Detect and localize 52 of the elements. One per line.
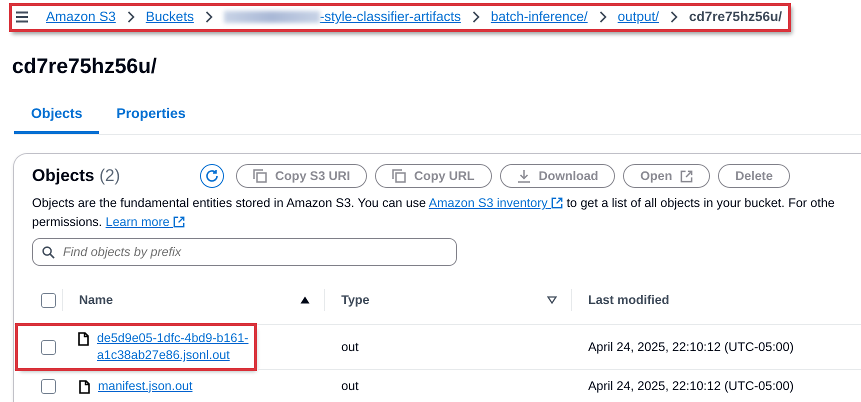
breadcrumb-current: cd7re75hz56u/: [688, 9, 782, 24]
toolbar-button[interactable]: Copy S3 URI: [236, 164, 368, 188]
toolbar-button[interactable]: Delete: [718, 164, 790, 188]
file-icon: [78, 332, 89, 346]
column-header[interactable]: Type: [341, 293, 370, 307]
file-icon: [78, 380, 90, 394]
sort-icon[interactable]: [547, 296, 558, 304]
row-checkbox[interactable]: [41, 340, 56, 354]
description-text: permissions. Learn more: [32, 215, 186, 229]
chevron-right-icon: [472, 10, 480, 22]
breadcrumb-link[interactable]: Amazon S3: [46, 9, 116, 24]
object-count: (2): [99, 166, 120, 186]
description-text: Objects are the fundamental entities stored in Amazon S3. You can use Amazon S3 inventory to get a list of all objects in your bucket. For othe: [32, 196, 835, 210]
external-link-icon: [173, 216, 186, 228]
column-header[interactable]: Name: [78, 293, 113, 307]
menu-icon[interactable]: [16, 10, 28, 22]
table-cell: April 24, 2025, 22:10:12 (UTC-05:00): [572, 370, 861, 402]
row-checkbox[interactable]: [41, 378, 56, 394]
toolbar-button[interactable]: Copy URL: [375, 164, 492, 188]
chevron-right-icon: [204, 10, 213, 22]
breadcrumb-link[interactable]: Buckets: [146, 9, 194, 24]
learn-more-link[interactable]: Learn more: [106, 215, 186, 229]
toolbar-button[interactable]: Download: [500, 164, 616, 188]
external-link-icon: [551, 197, 564, 209]
panel-title: Objects: [32, 166, 94, 186]
sort-ascending-icon[interactable]: [300, 296, 310, 304]
search-field[interactable]: Find objects by prefix: [32, 238, 457, 266]
page-title: cd7re75hz56u/: [12, 54, 158, 80]
column-header[interactable]: Last modified: [588, 293, 670, 307]
breadcrumb-link[interactable]: output/: [618, 9, 659, 24]
copy-icon: [392, 169, 406, 183]
tab[interactable]: Properties: [99, 96, 203, 134]
refresh-button[interactable]: [200, 164, 224, 188]
tab[interactable]: Objects: [14, 96, 100, 134]
chevron-right-icon: [126, 10, 135, 22]
object-link[interactable]: manifest.json.out: [98, 378, 192, 394]
download-icon: [516, 169, 531, 183]
inventory-link[interactable]: Amazon S3 inventory: [428, 196, 564, 210]
chevron-right-icon: [598, 10, 607, 22]
search-icon: [42, 246, 55, 259]
object-link[interactable]: de5d9e05-1dfc-4bd9-b161- a1c38ab27e86.jsonl.out: [96, 330, 248, 364]
checkbox[interactable]: [41, 292, 56, 308]
chevron-right-icon: [670, 10, 678, 22]
refresh-icon: [205, 169, 220, 183]
external-link-icon: [680, 170, 694, 182]
breadcrumb-link[interactable]: batch-inference/: [490, 9, 588, 24]
table-cell: out: [325, 370, 572, 402]
toolbar-button[interactable]: Open: [623, 164, 710, 188]
copy-icon: [253, 169, 268, 183]
table-cell: out: [325, 324, 572, 370]
table-cell: April 24, 2025, 22:10:12 (UTC-05:00): [572, 324, 861, 370]
breadcrumb-link[interactable]: -style-classifier-artifacts: [320, 9, 461, 24]
